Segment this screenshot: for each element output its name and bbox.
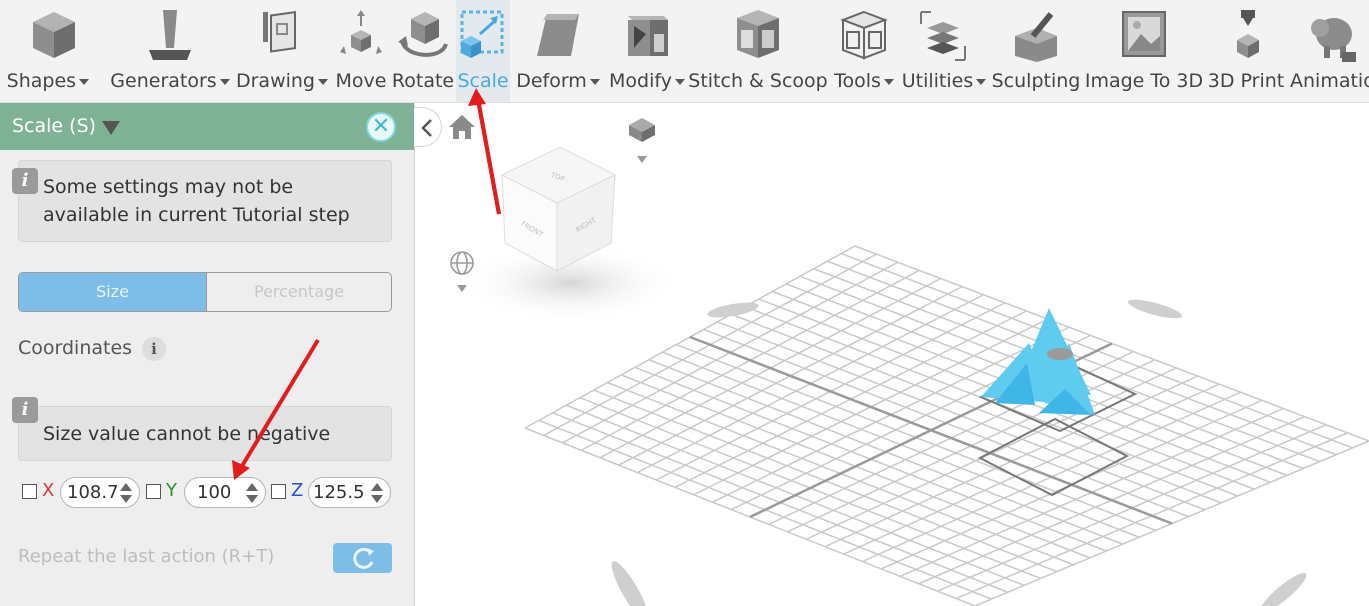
axis-x: X 108.7 — [22, 477, 142, 509]
tool-scale[interactable]: Scale — [456, 0, 510, 102]
refresh-icon — [353, 547, 374, 569]
tools-icon — [840, 10, 888, 60]
tool-label: Rotate — [391, 70, 455, 92]
panel-header: Scale (S) ✕ — [0, 103, 414, 150]
repeat-last-action-label: Repeat the last action (R+T) — [18, 546, 275, 567]
spinner-icon[interactable] — [370, 482, 384, 504]
tab-percentage[interactable]: Percentage — [206, 273, 391, 311]
lock-x-checkbox[interactable] — [22, 484, 37, 499]
main-toolbar: D Shapes Generators Drawing Move — [0, 0, 1369, 103]
tool-label: Deform — [516, 70, 587, 92]
warning-notice: i Size value cannot be negative — [12, 397, 392, 461]
tool-label: Drawing — [235, 70, 315, 92]
pivot-gizmo[interactable] — [1047, 348, 1073, 360]
drawing-icon — [263, 10, 296, 53]
size-z-input[interactable]: 125.5 — [308, 477, 391, 508]
tool-3d-print[interactable]: 3D Print — [1204, 0, 1288, 102]
coordinates-label: Coordinates — [18, 337, 133, 359]
axis-z: Z 125.5 — [271, 477, 393, 509]
tool-label: Animatio — [1290, 70, 1369, 92]
repeat-button[interactable] — [333, 543, 392, 573]
tutorial-notice-text: Some settings may not be available in cu… — [43, 176, 350, 226]
coordinates-info-icon[interactable]: i — [142, 337, 166, 361]
size-y-input[interactable]: 100 — [184, 477, 266, 508]
tool-image-to-3d[interactable]: Image To 3D — [1084, 0, 1204, 102]
tool-label: Generators — [110, 70, 217, 92]
spinner-icon[interactable] — [119, 482, 133, 504]
size-x-value: 108.7 — [67, 482, 119, 503]
tool-drawing[interactable]: Drawing — [232, 0, 332, 102]
axis-y: Y 100 — [146, 477, 270, 509]
tool-label: 3D Print — [1207, 70, 1285, 92]
tool-animation[interactable]: Animatio — [1288, 0, 1369, 102]
tool-label: Stitch & Scoop — [688, 70, 828, 92]
axis-y-label: Y — [166, 480, 177, 501]
size-x-input[interactable]: 108.7 — [60, 477, 140, 508]
image-to-3d-icon — [1122, 11, 1166, 57]
panel-dropdown-icon[interactable] — [102, 121, 120, 135]
close-icon: ✕ — [371, 114, 391, 139]
scale-panel: Scale (S) ✕ i Some settings may not be a… — [0, 103, 415, 606]
axis-z-label: Z — [291, 480, 304, 501]
size-y-value: 100 — [197, 482, 232, 503]
tool-deform[interactable]: Deform — [510, 0, 606, 102]
tool-stitch-scoop[interactable]: Stitch & Scoop — [688, 0, 828, 102]
tool-tools[interactable]: Tools — [828, 0, 900, 102]
move-icon — [340, 10, 382, 54]
tool-label: Image To 3D — [1084, 70, 1204, 92]
3d-viewport[interactable]: TOP FRONT RIGHT — [415, 103, 1369, 606]
tab-size[interactable]: Size — [19, 273, 207, 311]
tool-rotate[interactable]: Rotate — [390, 0, 456, 102]
panel-close-button[interactable]: ✕ — [366, 112, 396, 142]
tutorial-arrow — [476, 103, 501, 215]
stitch-scoop-icon — [737, 10, 779, 58]
warning-text: Size value cannot be negative — [43, 423, 331, 445]
chevron-left-icon — [421, 119, 432, 137]
home-icon[interactable] — [449, 115, 475, 139]
tool-label: Utilities — [901, 70, 974, 92]
tool-utilities[interactable]: Utilities — [900, 0, 988, 102]
axis-x-label: X — [42, 480, 55, 501]
tool-label: Sculpting — [991, 70, 1081, 92]
panel-title: Scale (S) — [12, 115, 97, 137]
animation-icon — [1310, 18, 1356, 62]
lock-z-checkbox[interactable] — [271, 484, 286, 499]
tutorial-notice: i Some settings may not be available in … — [12, 160, 392, 242]
spinner-icon[interactable] — [245, 482, 259, 504]
scene-canvas[interactable]: TOP FRONT RIGHT — [415, 103, 1369, 606]
size-z-value: 125.5 — [313, 482, 365, 503]
modify-icon — [628, 16, 668, 56]
collapse-panel-button[interactable] — [414, 107, 442, 147]
3d-print-icon — [1237, 10, 1259, 58]
tool-label: Tools — [834, 70, 881, 92]
tool-move[interactable]: Move — [332, 0, 390, 102]
info-icon: i — [12, 168, 38, 194]
tool-label: D Shapes — [0, 70, 77, 92]
cube-icon — [33, 12, 75, 58]
tool-label: Scale — [457, 70, 509, 92]
scale-icon — [460, 10, 504, 58]
tool-sculpting[interactable]: Sculpting — [988, 0, 1084, 102]
rotate-icon — [398, 12, 448, 57]
info-icon: i — [12, 397, 38, 423]
lock-y-checkbox[interactable] — [146, 484, 161, 499]
utilities-icon — [920, 11, 966, 61]
tool-label: Move — [335, 70, 387, 92]
tool-modify[interactable]: Modify — [606, 0, 688, 102]
tool-label: Modify — [609, 70, 672, 92]
view-mode-icon[interactable] — [629, 118, 655, 163]
tool-generators[interactable]: Generators — [108, 0, 232, 102]
generator-icon — [149, 10, 191, 60]
deform-icon — [537, 14, 579, 56]
size-mode-toggle: Size Percentage — [18, 272, 392, 312]
sculpting-icon — [1015, 12, 1057, 62]
tool-3d-shapes[interactable]: D Shapes — [0, 0, 108, 102]
